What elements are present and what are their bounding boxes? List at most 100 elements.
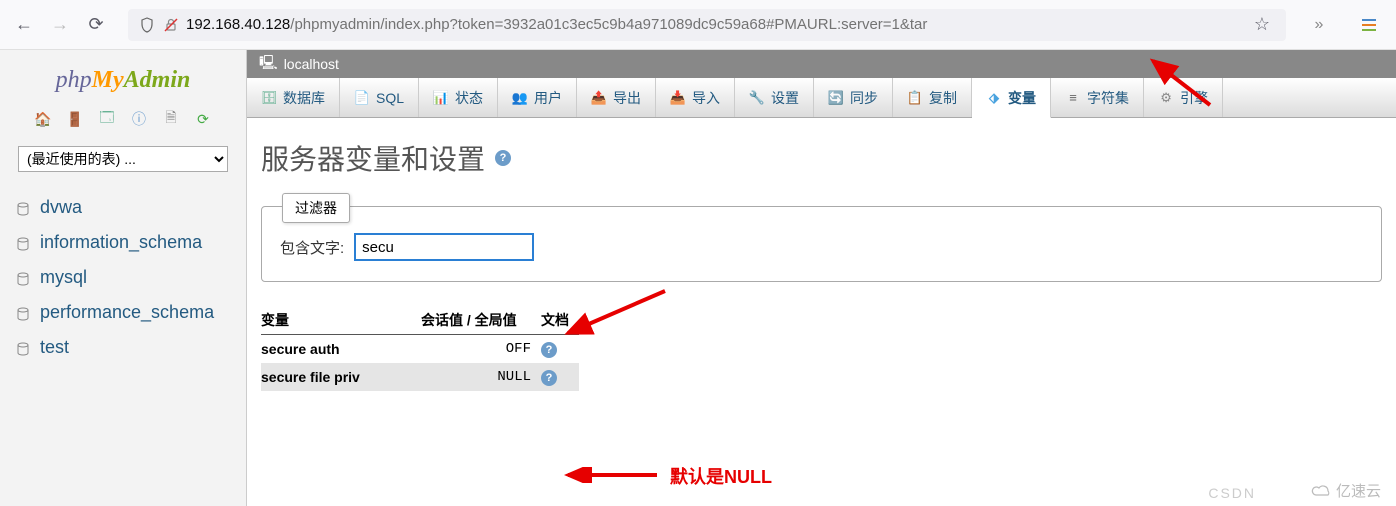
main-panel: 🖳 localhost 🗄 数据库 📄 SQL 📊 状态 👥 用户 📤 导出 📥 导入 🔧 设置 🔄 同步 📋 复… [247, 50, 1396, 506]
tab-label: 导入 [692, 88, 720, 108]
tab-label: 变量 [1008, 88, 1036, 108]
tab-label: 状态 [455, 88, 483, 108]
app-menu-button[interactable] [1352, 8, 1386, 42]
filter-fieldset: 过滤器 包含文字: [261, 206, 1382, 282]
tab-3[interactable]: 👥 用户 [498, 78, 577, 117]
reload-nav-icon[interactable]: ⟳ [194, 110, 212, 128]
var-doc[interactable]: ? [541, 335, 579, 364]
tab-label: 同步 [850, 88, 878, 108]
var-value: OFF [421, 335, 541, 364]
reload-button[interactable]: ⟳ [82, 11, 110, 39]
db-item-test[interactable]: test [12, 330, 234, 365]
sidebar: phpMyAdmin 🏠 🚪 🗔 ⓘ 🗎 ⟳ (最近使用的表) ... dvwa… [0, 50, 247, 506]
extensions-button[interactable]: » [1302, 8, 1336, 42]
docs-icon[interactable]: ⓘ [130, 110, 148, 128]
help-icon[interactable]: ? [541, 342, 557, 358]
tab-icon: 👥 [512, 90, 528, 106]
tab-8[interactable]: 📋 复制 [893, 78, 972, 117]
var-name: secure auth [261, 335, 421, 364]
db-item-information_schema[interactable]: information_schema [12, 225, 234, 260]
var-name: secure file priv [261, 363, 421, 391]
database-icon [16, 340, 32, 356]
tab-icon: 📄 [354, 90, 370, 106]
tab-label: 用户 [534, 88, 562, 108]
server-icon: 🖳 [259, 52, 278, 76]
shield-icon [138, 17, 156, 33]
tab-label: 设置 [771, 88, 799, 108]
tab-2[interactable]: 📊 状态 [419, 78, 498, 117]
filter-input[interactable] [354, 233, 534, 261]
query-icon[interactable]: 🗔 [98, 110, 116, 128]
db-label: mysql [40, 267, 87, 288]
home-icon[interactable]: 🏠 [34, 110, 52, 128]
help-icon[interactable]: ? [495, 150, 511, 166]
tab-7[interactable]: 🔄 同步 [814, 78, 893, 117]
tab-1[interactable]: 📄 SQL [340, 78, 419, 117]
var-value: NULL [421, 363, 541, 391]
tab-11[interactable]: ⚙ 引擎 [1144, 78, 1223, 117]
tab-label: 引擎 [1180, 88, 1208, 108]
tab-4[interactable]: 📤 导出 [577, 78, 656, 117]
db-item-dvwa[interactable]: dvwa [12, 190, 234, 225]
tab-0[interactable]: 🗄 数据库 [247, 78, 340, 117]
database-list: dvwa information_schemamysql performance_s… [8, 190, 238, 365]
lock-insecure-icon [162, 17, 180, 33]
help-icon[interactable]: ? [541, 370, 557, 386]
filter-legend: 过滤器 [282, 193, 350, 223]
tab-icon: 📥 [670, 90, 686, 106]
recent-tables-select[interactable]: (最近使用的表) ... [18, 146, 228, 172]
tab-icon: 📤 [591, 90, 607, 106]
database-icon [16, 200, 32, 216]
back-button[interactable]: ← [10, 11, 38, 39]
var-doc[interactable]: ? [541, 363, 579, 391]
col-doc: 文档 [541, 306, 579, 335]
tab-bar: 🗄 数据库 📄 SQL 📊 状态 👥 用户 📤 导出 📥 导入 🔧 设置 🔄 同步 📋 复制 ⬗ 变量 ≡ 字符集 ⚙ 引擎 [247, 78, 1396, 118]
db-item-mysql[interactable]: mysql [12, 260, 234, 295]
db-label: dvwa [40, 197, 82, 218]
browser-toolbar: ← → ⟳ 192.168.40.128/phpmyadmin/index.ph… [0, 0, 1396, 50]
tab-label: 字符集 [1087, 88, 1129, 108]
bookmark-star-icon[interactable]: ☆ [1248, 14, 1276, 35]
tab-icon: 📋 [907, 90, 923, 106]
filter-label: 包含文字: [280, 237, 344, 258]
tab-6[interactable]: 🔧 设置 [735, 78, 814, 117]
db-label: information_schema [40, 232, 202, 253]
tab-icon: 🗄 [261, 90, 277, 106]
breadcrumb: 🖳 localhost [247, 50, 1396, 78]
page-title: 服务器变量和设置 ? [261, 138, 1382, 178]
tab-9[interactable]: ⬗ 变量 [972, 78, 1051, 118]
tab-icon: ⬗ [986, 90, 1002, 106]
tab-label: 导出 [613, 88, 641, 108]
database-icon [16, 235, 32, 251]
sidebar-toolbar: 🏠 🚪 🗔 ⓘ 🗎 ⟳ [34, 110, 212, 128]
tab-icon: ≡ [1065, 90, 1081, 106]
col-variable: 变量 [261, 306, 421, 335]
tab-icon: 📊 [433, 90, 449, 106]
nav-settings-icon[interactable]: 🗎 [162, 110, 180, 128]
database-icon [16, 305, 32, 321]
logout-icon[interactable]: 🚪 [66, 110, 84, 128]
tab-5[interactable]: 📥 导入 [656, 78, 735, 117]
db-item-performance_schema[interactable]: performance_schema [12, 295, 234, 330]
tab-10[interactable]: ≡ 字符集 [1051, 78, 1144, 117]
phpmyadmin-logo[interactable]: phpMyAdmin [56, 66, 191, 94]
table-row[interactable]: secure authOFF? [261, 335, 579, 364]
tab-label: SQL [376, 90, 404, 106]
table-row[interactable]: secure file privNULL? [261, 363, 579, 391]
watermark-csdn: CSDN [1208, 485, 1256, 501]
url-bar[interactable]: 192.168.40.128/phpmyadmin/index.php?toke… [128, 9, 1286, 41]
forward-button[interactable]: → [46, 11, 74, 39]
database-icon [16, 270, 32, 286]
watermark-yisuyun: 亿速云 [1310, 480, 1381, 501]
variables-table: 变量 会话值 / 全局值 文档 secure authOFF?secure fi… [261, 306, 579, 391]
tab-icon: 🔄 [828, 90, 844, 106]
url-text: 192.168.40.128/phpmyadmin/index.php?toke… [186, 16, 1242, 33]
tab-icon: ⚙ [1158, 90, 1174, 106]
db-label: performance_schema [40, 302, 214, 323]
db-label: test [40, 337, 69, 358]
col-value: 会话值 / 全局值 [421, 306, 541, 335]
tab-icon: 🔧 [749, 90, 765, 106]
tab-label: 复制 [929, 88, 957, 108]
breadcrumb-host[interactable]: localhost [284, 56, 339, 72]
tab-label: 数据库 [283, 88, 325, 108]
